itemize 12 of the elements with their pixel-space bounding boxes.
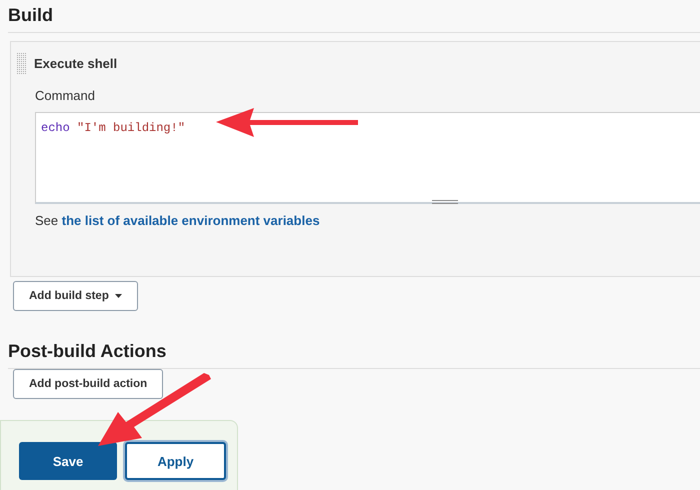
save-button[interactable]: Save [19,442,117,480]
add-build-step-button[interactable]: Add build step [13,281,138,311]
step-title: Execute shell [34,56,118,71]
resize-handle-icon[interactable] [432,200,458,204]
caret-icon [114,294,122,298]
section-heading: Build [8,0,700,33]
command-field[interactable]: echo "I'm building!" [35,112,700,204]
field-label: Command [35,88,96,103]
environment-variables-link[interactable]: the list of available environment variables [62,213,320,228]
help-text: See the list of available environment variables [35,213,321,228]
add-post-build-action-button[interactable]: Add post-build action [13,369,164,399]
apply-button[interactable]: Apply [125,442,226,480]
